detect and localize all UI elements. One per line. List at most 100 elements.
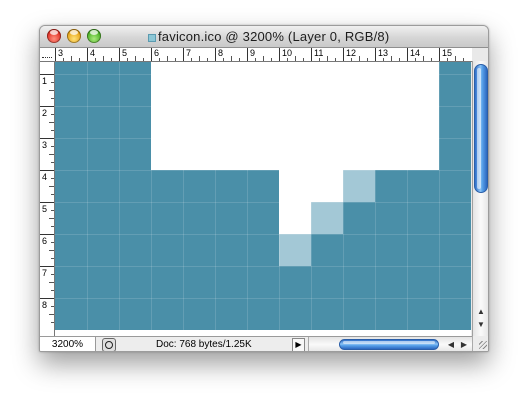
- canvas-pixel: [55, 138, 87, 170]
- image-canvas[interactable]: [55, 62, 471, 336]
- pixel-grid-line: [311, 62, 312, 336]
- arrow-down-icon[interactable]: ▼: [473, 319, 488, 331]
- canvas-pixel: [151, 202, 183, 234]
- ruler-v-label: 8: [42, 300, 48, 310]
- ruler-h-tick: [319, 58, 320, 61]
- canvas-pixel: [311, 138, 343, 170]
- canvas-pixel: [343, 138, 375, 170]
- canvas-pixel: [247, 234, 279, 266]
- ruler-v-tick: [49, 218, 54, 219]
- pixel-grid-line: [151, 62, 152, 336]
- canvas-pixel: [279, 202, 311, 234]
- vertical-scroll-thumb[interactable]: [474, 64, 488, 193]
- zoom-mode-ring: [105, 341, 113, 349]
- ruler-v-mark: 1: [40, 74, 54, 86]
- horizontal-ruler[interactable]: 3 4 5 6 7 8 9 10 11 12 13 14 15: [54, 48, 472, 62]
- canvas-pixel: [87, 74, 119, 106]
- ruler-v-mark: 2: [40, 106, 54, 118]
- zoom-mode-icon[interactable]: [102, 338, 116, 351]
- canvas-pixel: [407, 170, 439, 202]
- ruler-v-label: 5: [42, 204, 48, 214]
- zoom-level-field[interactable]: 3200%: [40, 337, 96, 351]
- canvas-pixel: [215, 62, 247, 74]
- pixel-grid-line: [55, 234, 471, 235]
- ruler-origin[interactable]: [40, 48, 55, 62]
- canvas-pixel: [119, 202, 151, 234]
- vertical-scrollbar[interactable]: ▲ ▼: [472, 61, 488, 336]
- ruler-v-mark: 6: [40, 234, 54, 246]
- canvas-pixel: [151, 106, 183, 138]
- status-bar: 3200% Doc: 768 bytes/1.25K ▶ ◀ ▶: [40, 336, 488, 351]
- ruler-v-tick: [51, 162, 54, 163]
- pixel-grid-line: [55, 266, 471, 267]
- pixel-grid-line: [119, 62, 120, 336]
- canvas-pixel: [55, 266, 87, 298]
- canvas-pixel: [247, 74, 279, 106]
- canvas-pixel: [183, 266, 215, 298]
- resize-grip[interactable]: [472, 336, 488, 351]
- ruler-h-tick: [167, 56, 168, 61]
- canvas-pixel: [55, 106, 87, 138]
- ruler-v-tick: [51, 178, 54, 179]
- arrow-right-icon[interactable]: ▶: [458, 337, 470, 351]
- canvas-pixel: [311, 234, 343, 266]
- canvas-pixel: [279, 74, 311, 106]
- canvas-pixel: [375, 74, 407, 106]
- ruler-h-mark: 3: [55, 48, 63, 61]
- close-button[interactable]: [47, 29, 61, 43]
- canvas-pixel: [407, 234, 439, 266]
- canvas-pixel: [407, 266, 439, 298]
- ruler-h-tick: [239, 58, 240, 61]
- pixel-grid-line: [55, 170, 471, 171]
- ruler-h-tick: [399, 58, 400, 61]
- ruler-h-tick: [287, 58, 288, 61]
- canvas-pixel: [343, 106, 375, 138]
- zoom-button[interactable]: [87, 29, 101, 43]
- ruler-h-tick: [71, 56, 72, 61]
- canvas-pixel: [183, 170, 215, 202]
- arrow-up-icon[interactable]: ▲: [473, 306, 488, 318]
- canvas-pixel: [119, 170, 151, 202]
- ruler-v-tick: [51, 322, 54, 323]
- title-bar[interactable]: favicon.ico @ 3200% (Layer 0, RGB/8): [40, 26, 488, 48]
- ruler-v-mark: 7: [40, 266, 54, 278]
- ruler-h-tick: [351, 58, 352, 61]
- pixel-grid-line: [375, 62, 376, 336]
- ruler-h-tick: [263, 56, 264, 61]
- minimize-button-gloss: [70, 30, 78, 35]
- canvas-pixel: [311, 202, 343, 234]
- ruler-h-mark: 7: [183, 48, 191, 61]
- canvas-pixel: [439, 298, 471, 330]
- canvas-pixel: [375, 62, 407, 74]
- ruler-h-mark: 12: [343, 48, 356, 61]
- ruler-h-tick: [423, 56, 424, 61]
- ruler-h-tick: [455, 56, 456, 61]
- canvas-pixel: [119, 138, 151, 170]
- canvas-pixel: [87, 170, 119, 202]
- ruler-h-tick: [359, 56, 360, 61]
- ruler-v-tick: [51, 82, 54, 83]
- canvas-pixel: [151, 266, 183, 298]
- pixel-grid-line: [247, 62, 248, 336]
- ruler-v-tick: [51, 98, 54, 99]
- ruler-h-tick: [431, 58, 432, 61]
- vertical-ruler[interactable]: 1 2 3 4 5 6 7 8: [40, 62, 55, 336]
- canvas-pixel: [439, 234, 471, 266]
- canvas-pixel: [87, 234, 119, 266]
- triangle-right-icon[interactable]: ▶: [292, 338, 305, 351]
- horizontal-scrollbar[interactable]: ◀ ▶: [308, 337, 473, 351]
- minimize-button[interactable]: [67, 29, 81, 43]
- horizontal-scroll-thumb[interactable]: [339, 339, 439, 350]
- canvas-pixel: [279, 170, 311, 202]
- pixel-grid-line: [215, 62, 216, 336]
- ruler-v-tick: [49, 154, 54, 155]
- canvas-pixel: [279, 266, 311, 298]
- pixel-grid-line: [439, 62, 440, 336]
- ruler-h-mark: 14: [407, 48, 420, 61]
- document-proxy-icon[interactable]: [148, 34, 156, 42]
- arrow-left-icon[interactable]: ◀: [445, 337, 457, 351]
- canvas-pixel: [343, 74, 375, 106]
- canvas-pixel: [55, 298, 87, 330]
- canvas-pixel: [215, 202, 247, 234]
- canvas-pixel: [343, 234, 375, 266]
